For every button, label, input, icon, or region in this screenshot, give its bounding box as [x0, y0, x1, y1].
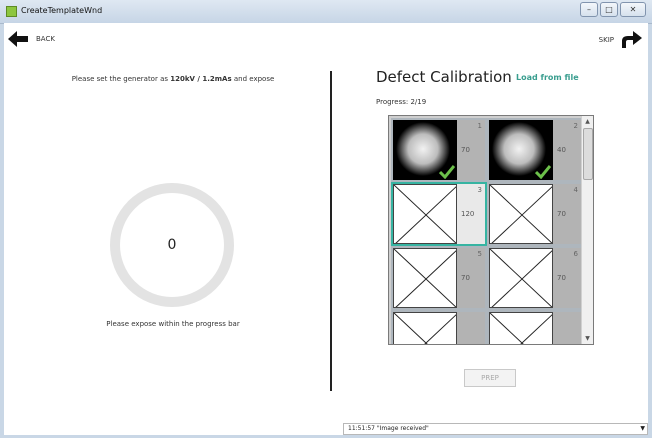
cell-number: 6: [573, 250, 578, 258]
calibration-cell[interactable]: 4 70: [487, 182, 583, 246]
cell-value: 70: [461, 274, 470, 282]
image-placeholder-icon: [489, 184, 553, 244]
expose-progress-ring: 0: [110, 183, 234, 307]
image-placeholder-icon: [393, 312, 457, 344]
maximize-button[interactable]: □: [600, 2, 618, 17]
checkmark-icon: [439, 165, 455, 179]
progress-label: Progress:: [376, 98, 409, 106]
scroll-thumb[interactable]: [583, 128, 593, 180]
minimize-button[interactable]: –: [580, 2, 598, 17]
skip-button[interactable]: SKIP: [599, 31, 642, 49]
instruction-suffix: and expose: [233, 75, 275, 83]
status-log[interactable]: 11:51:57 "Image received" ▼: [343, 423, 648, 435]
cell-number: 5: [477, 250, 482, 258]
cell-value: 70: [557, 274, 566, 282]
scroll-up-icon[interactable]: ▲: [582, 116, 593, 127]
cell-value: 70: [461, 146, 470, 154]
image-placeholder-icon: [393, 248, 457, 308]
image-placeholder-icon: [393, 184, 457, 244]
expose-hint: Please expose within the progress bar: [106, 320, 240, 328]
window-controls: – □ ✕: [578, 2, 646, 17]
progress-count: 2/19: [410, 98, 427, 106]
cell-value: 70: [557, 210, 566, 218]
image-placeholder-icon: [489, 312, 553, 344]
calibration-cell[interactable]: 6 70: [487, 246, 583, 310]
title-bar: CreateTemplateWnd – □ ✕: [0, 0, 652, 24]
progress-value: 0: [167, 237, 177, 253]
calibration-cell[interactable]: [487, 310, 583, 344]
calibration-cell[interactable]: 1 70: [391, 118, 487, 182]
skip-arrow-icon: [622, 31, 642, 48]
xray-image-thumbnail: [393, 120, 457, 180]
cell-value: 120: [461, 210, 475, 218]
xray-image-thumbnail: [489, 120, 553, 180]
calibration-grid[interactable]: 6 70 5 70 4 70 3 120 2 40 1 70 ▲ ▼: [388, 115, 594, 345]
close-button[interactable]: ✕: [620, 2, 646, 17]
checkmark-icon: [535, 165, 551, 179]
prep-button[interactable]: PREP: [464, 369, 516, 387]
generator-instruction: Please set the generator as 120kV / 1.2m…: [60, 75, 286, 83]
image-placeholder-icon: [489, 248, 553, 308]
instruction-value: 120kV / 1.2mAs: [170, 75, 232, 83]
app-icon: [6, 6, 17, 17]
window-title: CreateTemplateWnd: [21, 6, 103, 15]
calibration-progress: Progress: 2/19: [376, 98, 426, 106]
cell-number: 1: [477, 122, 482, 130]
cell-value: 40: [557, 146, 566, 154]
scroll-down-icon[interactable]: ▼: [582, 333, 593, 344]
cell-number: 4: [573, 186, 578, 194]
skip-label: SKIP: [598, 36, 614, 44]
status-message: 11:51:57 "Image received": [348, 425, 429, 432]
dropdown-caret-icon[interactable]: ▼: [640, 424, 645, 434]
back-button[interactable]: BACK: [8, 31, 55, 47]
cell-number: 3: [477, 186, 482, 194]
arrow-left-icon: [8, 31, 28, 47]
grid-scrollbar[interactable]: ▲ ▼: [581, 116, 593, 344]
page-title: Defect Calibration: [376, 68, 512, 86]
instruction-prefix: Please set the generator as: [71, 75, 169, 83]
panel-divider: [330, 71, 332, 391]
cell-number: 2: [573, 122, 578, 130]
calibration-cell[interactable]: 5 70: [391, 246, 487, 310]
load-from-file-link[interactable]: Load from file: [516, 73, 579, 82]
calibration-cell[interactable]: 3 120: [391, 182, 487, 246]
calibration-cell[interactable]: [391, 310, 487, 344]
main-window: BACK SKIP Please set the generator as 12…: [4, 23, 648, 435]
back-label: BACK: [36, 35, 55, 43]
calibration-cell[interactable]: 2 40: [487, 118, 583, 182]
